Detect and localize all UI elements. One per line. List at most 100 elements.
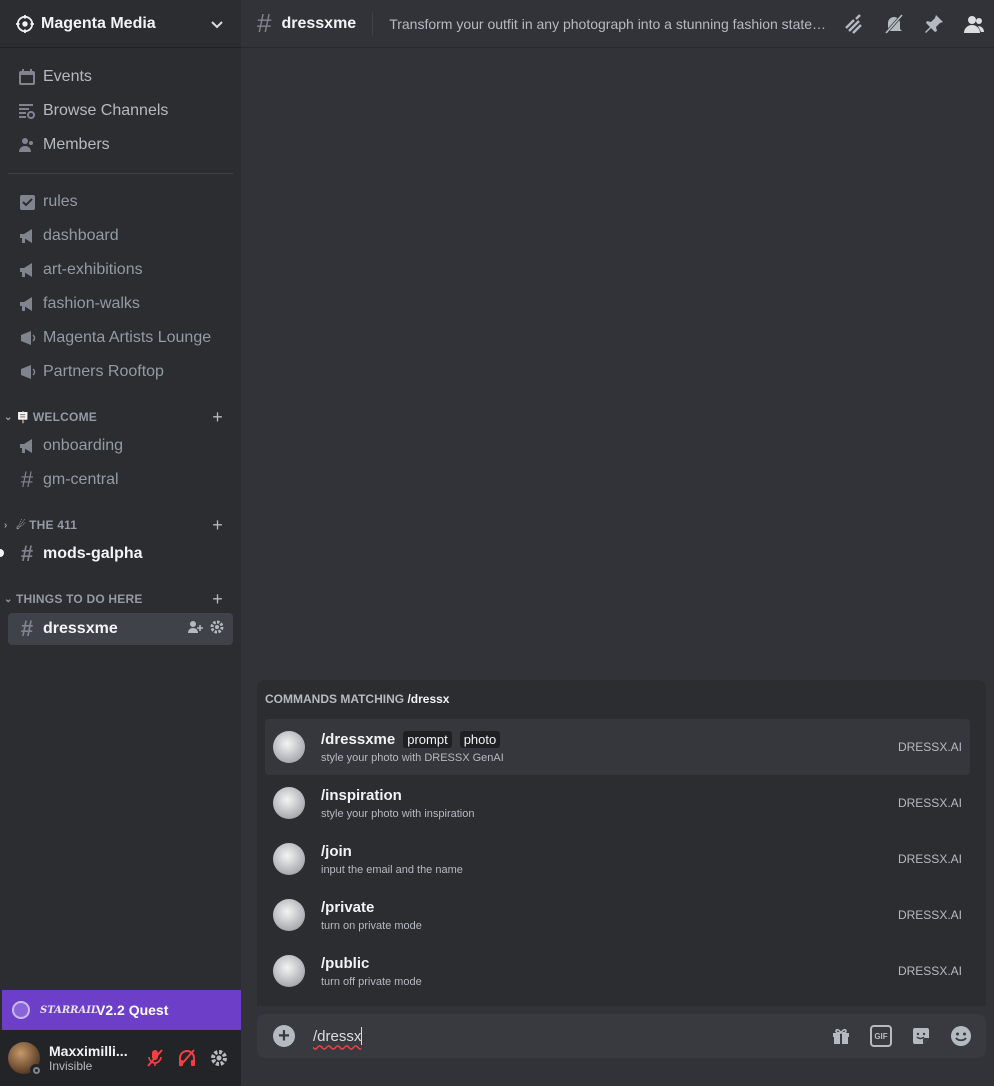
server-nav: Events Browse Channels Members [8,60,233,162]
message-composer[interactable]: + /dressx GIF [257,1014,986,1058]
hash-icon: # [20,616,34,641]
sticker-icon[interactable] [910,1025,932,1047]
threads-icon[interactable] [842,12,866,36]
message-input[interactable]: /dressx [313,1028,361,1045]
notifications-muted-icon[interactable] [882,12,906,36]
add-channel-icon[interactable]: + [212,515,223,536]
nav-members[interactable]: Members [8,128,233,162]
nav-browse-channels[interactable]: Browse Channels [8,94,233,128]
command-description: style your photo with DRESSX GenAI [321,751,504,764]
command-name: /dressxme [321,730,396,748]
channel-topic[interactable]: Transform your outfit in any photograph … [389,16,831,32]
user-info[interactable]: Maxximilli... Invisible [49,1043,129,1073]
user-status: Invisible [49,1059,93,1073]
user-panel: Maxximilli... Invisible [0,1030,241,1086]
channel-label: gm-central [43,471,119,488]
category-things-to-do-here[interactable]: ⌄ THINGS TO DO HERE + [0,589,233,609]
gear-icon[interactable] [209,1048,229,1068]
add-channel-icon[interactable]: + [212,589,223,610]
add-channel-icon[interactable]: + [212,407,223,428]
user-controls [145,1048,229,1068]
category-welcome[interactable]: ⌄ 🪧 WELCOME + [0,407,233,427]
avatar[interactable] [8,1042,42,1076]
pin-icon[interactable] [922,12,946,36]
command-option[interactable]: /inspiration style your photo with inspi… [265,775,970,831]
channel-title: dressxme [281,14,357,32]
command-option[interactable]: /dressxme prompt photo style your photo … [265,719,970,775]
announcement-icon [17,260,37,280]
unread-indicator [0,549,4,557]
quest-banner[interactable]: STARRAIL V2.2 Quest [2,990,241,1030]
command-option[interactable]: /join input the email and the name DRESS… [265,831,970,887]
channel-partners-rooftop[interactable]: Partners Rooftop [8,356,233,388]
channel-label: dashboard [43,227,119,244]
command-source: DRESSX.AI [897,740,962,754]
emoji-icon[interactable] [950,1025,972,1047]
browse-channels-icon [17,101,37,121]
category-label: THINGS TO DO HERE [16,592,143,606]
text-caret [361,1027,363,1045]
guild-name: Magenta Media [41,14,156,32]
channel-label: art-exhibitions [43,261,143,278]
gift-icon[interactable] [830,1025,852,1047]
stage-icon [17,362,37,382]
command-description: turn off private mode [321,975,422,988]
channel-dressxme[interactable]: # dressxme [8,613,233,645]
member-list-icon[interactable] [962,12,986,36]
composer-buttons: GIF [830,1025,972,1047]
command-description: style your photo with inspiration [321,807,475,820]
app-avatar [273,731,305,763]
command-autocomplete: COMMANDS MATCHING /dressx /dressxme prom… [257,680,986,1006]
gif-icon[interactable]: GIF [870,1025,892,1047]
chevron-down-icon[interactable] [209,16,225,32]
announcement-icon [17,226,37,246]
channel-magenta-artists-lounge[interactable]: Magenta Artists Lounge [8,322,233,354]
channel-rules[interactable]: rules [8,186,233,218]
members-icon [17,135,37,155]
command-option[interactable]: /private turn on private mode DRESSX.AI [265,887,970,943]
header-divider [372,11,374,36]
channel-label: onboarding [43,437,124,454]
command-name: /join [321,842,352,860]
stage-icon [17,328,37,348]
app-avatar [273,899,305,931]
command-source: DRESSX.AI [897,852,962,866]
channel-header: # dressxme Transform your outfit in any … [241,0,994,48]
create-invite-icon[interactable] [187,619,203,639]
header-toolbar [842,12,986,36]
upload-plus-icon[interactable]: + [273,1025,295,1047]
command-source: DRESSX.AI [897,908,962,922]
category-label: WELCOME [32,410,97,424]
app-avatar [273,843,305,875]
nav-events[interactable]: Events [8,60,233,94]
gear-icon[interactable] [209,619,225,639]
rules-checkbox-icon [17,192,37,212]
command-option[interactable]: /public turn off private mode DRESSX.AI [265,943,970,999]
channel-mods-galpha[interactable]: # mods-galpha [8,538,233,570]
announcement-icon [17,436,37,456]
channel-dashboard[interactable]: dashboard [8,220,233,252]
nav-browse-channels-label: Browse Channels [43,102,169,119]
channel-gm-central[interactable]: # gm-central [8,464,233,496]
channel-onboarding[interactable]: onboarding [8,430,233,462]
guild-header[interactable]: Magenta Media [0,0,241,48]
channel-label: dressxme [43,620,118,637]
command-description: turn on private mode [321,919,422,932]
header-query: /dressx [407,692,450,706]
channel-fashion-walks[interactable]: fashion-walks [8,288,233,320]
channel-actions [187,619,225,639]
announcement-icon [17,294,37,314]
comet-emoji-icon: ☄ [16,519,27,532]
deafened-icon[interactable] [177,1048,197,1068]
sidebar-divider [8,173,233,174]
app-avatar [273,787,305,819]
channel-art-exhibitions[interactable]: art-exhibitions [8,254,233,286]
nav-members-label: Members [43,136,110,153]
chevron-right-icon: › [4,519,8,531]
username: Maxximilli... [49,1043,128,1059]
mic-muted-icon[interactable] [145,1048,165,1068]
command-source: DRESSX.AI [897,964,962,978]
chevron-down-icon: ⌄ [4,411,13,423]
signpost-emoji-icon: 🪧 [16,411,30,424]
category-the-411[interactable]: › ☄ THE 411 + [0,515,233,535]
